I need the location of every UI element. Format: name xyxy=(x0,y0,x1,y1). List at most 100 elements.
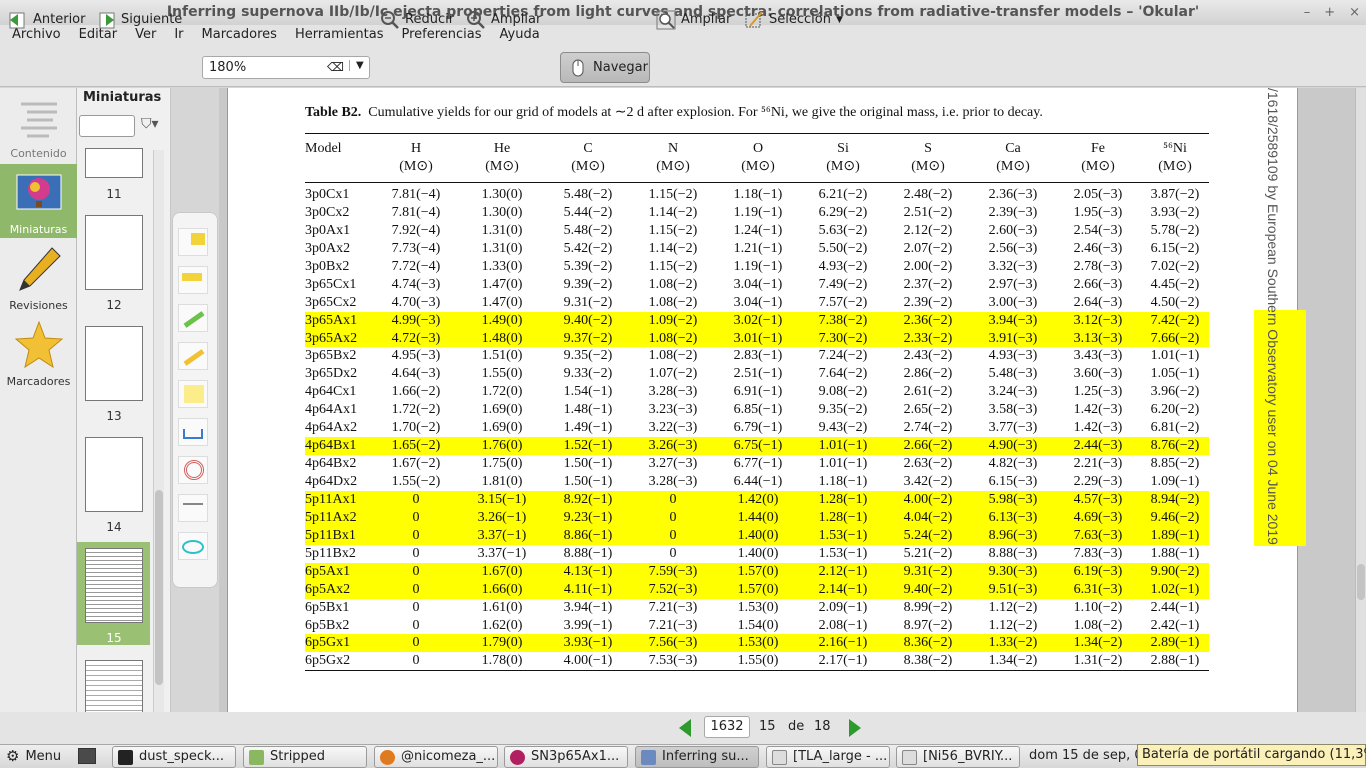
table-cell: 2.07(−2) xyxy=(903,240,953,256)
table-cell: 2.74(−2) xyxy=(903,420,953,436)
filter-icon[interactable]: ⛉▾ xyxy=(141,116,159,132)
thumbnail-scrollbar-handle[interactable] xyxy=(155,490,163,685)
dropdown-arrow-icon[interactable]: ▼ xyxy=(836,15,843,25)
table-cell: 1.40(0) xyxy=(737,527,779,543)
ellipse-icon[interactable] xyxy=(178,532,208,560)
firefox-icon xyxy=(380,750,395,765)
table-cell: 7.83(−3) xyxy=(1073,545,1123,561)
previous-page-button[interactable]: Anterior xyxy=(8,7,85,32)
table-cell: 3.28(−3) xyxy=(648,474,698,489)
taskbar-item-viewer[interactable]: SN3p65Ax1... xyxy=(504,746,628,768)
thumbnail-search-input[interactable] xyxy=(79,115,135,137)
start-menu-button[interactable]: ⚙ Menu xyxy=(6,747,61,765)
next-page-arrow-icon[interactable] xyxy=(848,719,862,737)
table-cell: 1.53(0) xyxy=(737,635,779,651)
table-cell: 2.39(−2) xyxy=(903,294,953,310)
minimize-button[interactable]: – xyxy=(1304,0,1311,25)
note-annotation-icon[interactable] xyxy=(178,228,208,256)
column-header: H xyxy=(410,141,422,156)
table-cell: 7.21(−3) xyxy=(648,599,698,615)
table-cell: 1.78(0) xyxy=(481,653,523,669)
yellow-highlighter-icon[interactable] xyxy=(178,380,208,408)
table-cell: 5.44(−2) xyxy=(563,204,613,220)
taskbar-item-tla[interactable]: [TLA_large - ... xyxy=(766,746,890,768)
magnify-tool-button[interactable]: Ampliar xyxy=(656,7,731,32)
table-cell: 3.02(−1) xyxy=(733,312,783,328)
table-cell: 3.04(−1) xyxy=(733,294,783,310)
column-header: O xyxy=(752,141,764,156)
thumbnail-page-15[interactable] xyxy=(85,548,143,623)
table-cell: 3.32(−3) xyxy=(988,258,1038,274)
page-label-input[interactable]: 1632 xyxy=(704,716,750,738)
table-row: 3p0Cx1 7.81(−4) 1.30(0) 5.48(−2) 1.15(−2) 1.1… xyxy=(305,186,1209,204)
yellow-pen-icon[interactable] xyxy=(178,342,208,370)
document-scrollbar-handle[interactable] xyxy=(1357,564,1365,600)
thumbnail-page-13[interactable] xyxy=(85,326,143,401)
document-scrollbar[interactable] xyxy=(1355,88,1366,712)
table-cell: 1.57(0) xyxy=(737,563,779,579)
column-unit: (M⊙) xyxy=(656,159,690,174)
table-cell: 1.08(−2) xyxy=(1073,617,1123,633)
thumbnail-page-12[interactable] xyxy=(85,215,143,290)
table-cell: 1.53(−1) xyxy=(818,527,868,543)
table-cell: 1.18(−1) xyxy=(818,474,868,489)
taskbar-item-folder[interactable]: Stripped xyxy=(243,746,367,768)
sidebar-item-bookmarks[interactable]: Marcadores xyxy=(0,316,77,390)
clear-icon[interactable]: ⌫ xyxy=(327,60,344,74)
clock[interactable]: dom 15 de sep, 0 xyxy=(1029,748,1143,763)
table-cell: 3.12(−3) xyxy=(1073,312,1123,328)
maximize-button[interactable]: + xyxy=(1324,0,1335,25)
selection-icon xyxy=(745,10,763,27)
menu-marcadores[interactable]: Marcadores xyxy=(202,25,285,48)
table-cell: 3.26(−3) xyxy=(648,438,698,454)
taskbar-item-firefox[interactable]: @nicomeza_... xyxy=(374,746,498,768)
taskbar-item-ni56[interactable]: [Ni56_BVRIY... xyxy=(896,746,1020,768)
table-row: 4p64Bx1 1.65(−2) 1.76(0) 1.52(−1) 3.26(−3) 6.… xyxy=(305,437,1209,456)
inline-note-icon[interactable] xyxy=(178,266,208,294)
zoom-out-label: Reducir xyxy=(405,12,455,27)
thumbnail-page-11[interactable] xyxy=(85,148,143,178)
table-cell: 1.53(−1) xyxy=(818,545,868,561)
sidebar-item-reviews[interactable]: Revisiones xyxy=(0,240,77,314)
table-cell: 8.88(−1) xyxy=(563,545,613,561)
show-desktop-icon[interactable] xyxy=(78,748,96,764)
taskbar-item-terminal[interactable]: dust_speck... xyxy=(112,746,236,768)
table-cell: 3.43(−3) xyxy=(1073,348,1123,364)
table-cell: 7.66(−2) xyxy=(1150,330,1200,346)
previous-page-arrow-icon[interactable] xyxy=(678,719,692,737)
green-pen-icon[interactable] xyxy=(178,304,208,332)
table-row: 6p5Bx2 0 1.62(0) 3.99(−1) 7.21(−3) 1.54(0) 2.0… xyxy=(305,617,1209,635)
taskbar-item-okular[interactable]: Inferring su... xyxy=(635,746,759,768)
selection-label: Selección xyxy=(769,12,831,27)
thumbnail-scrollbar[interactable] xyxy=(153,150,164,740)
selection-tool-button[interactable]: Selección ▼ xyxy=(744,7,843,32)
page-navigation-bar: 15 de 18 xyxy=(0,712,1366,744)
table-cell: 1.05(−1) xyxy=(1150,366,1200,382)
underline-icon[interactable] xyxy=(178,418,208,446)
document-view[interactable]: /1618/2589109 by European Southern Obser… xyxy=(219,88,1355,712)
table-cell: 1.30(0) xyxy=(481,187,523,202)
thumbnail-page-14[interactable] xyxy=(85,437,143,512)
typewriter-icon[interactable] xyxy=(178,494,208,522)
sidebar-item-thumbnails[interactable]: Miniaturas xyxy=(0,164,77,238)
column-header: ⁵⁶Ni xyxy=(1163,141,1187,156)
menu-herramientas[interactable]: Herramientas xyxy=(295,25,392,48)
table-cell: 8.38(−2) xyxy=(903,653,953,669)
sidebar-item-contents[interactable]: Contenido xyxy=(0,88,77,162)
next-page-button[interactable]: Siguiente xyxy=(96,7,182,32)
table-cell: 2.60(−3) xyxy=(988,222,1038,238)
zoom-out-button[interactable]: Reducir xyxy=(380,7,454,32)
zoom-in-button[interactable]: Ampliar xyxy=(466,7,541,32)
table-cell: 6.77(−1) xyxy=(733,456,783,472)
chevron-down-icon[interactable]: ▼ xyxy=(349,60,364,71)
stamp-icon[interactable] xyxy=(178,456,208,484)
zoom-input[interactable]: 180% ⌫ ▼ xyxy=(202,56,370,79)
close-button[interactable]: × xyxy=(1349,0,1360,25)
table-cell: 7.81(−4) xyxy=(391,204,441,220)
table-row: 3p65Cx2 4.70(−3) 1.47(0) 9.31(−2) 1.08(−2) 3.… xyxy=(305,294,1209,312)
table-cell: 7.53(−3) xyxy=(648,653,698,669)
table-cell: 8.86(−1) xyxy=(563,527,613,543)
table-cell: 9.43(−2) xyxy=(818,420,868,436)
table-cell: 1.66(−2) xyxy=(391,384,441,400)
contents-icon xyxy=(20,102,57,138)
